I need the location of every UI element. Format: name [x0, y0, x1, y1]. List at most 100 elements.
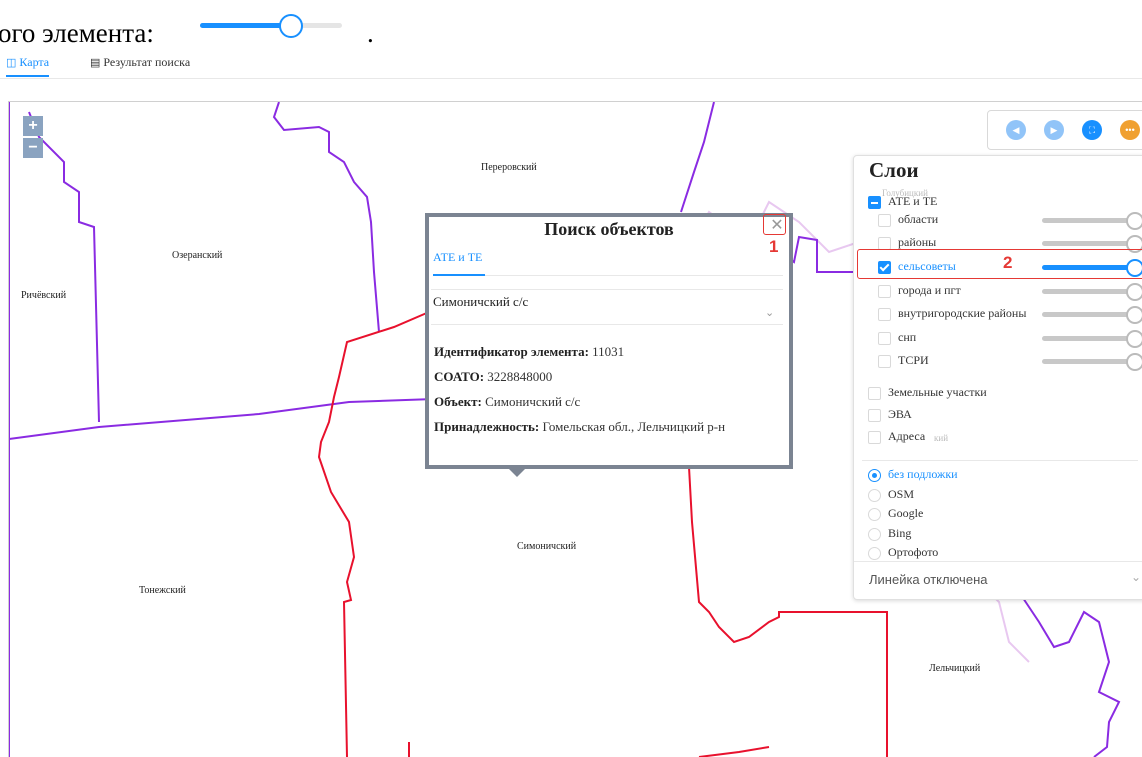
basemap-radio[interactable]	[868, 489, 881, 502]
basemap-none[interactable]: без подложки	[854, 467, 1142, 485]
layer-checkbox[interactable]	[878, 332, 891, 345]
layer-opacity-slider[interactable]	[1042, 235, 1142, 253]
layers-title: Слои	[869, 158, 919, 182]
info-id: Идентификатор элемента: 11031	[434, 344, 624, 360]
basemap-label: Bing	[888, 526, 912, 540]
search-objects-popup: Поиск объектов ✕ АТЕ и ТЕ Симоничский с/…	[425, 213, 793, 469]
ruler-select[interactable]: Линейка отключена ⌄	[854, 561, 1142, 599]
basemap-radio[interactable]	[868, 547, 881, 560]
document-fragment: ого элемента: .	[0, 0, 1142, 52]
ghost-place-label: кий	[934, 433, 949, 443]
layer-row-goroda[interactable]: города и пгт	[854, 283, 1142, 301]
ruler-value: Линейка отключена	[869, 572, 988, 587]
layer-label: ЭВА	[888, 407, 912, 421]
layer-label: Земельные участки	[888, 385, 987, 399]
place-label-lelchitsky: Лельчицкий	[929, 663, 981, 674]
slider-knob[interactable]	[1126, 353, 1142, 371]
slider-knob[interactable]	[1126, 306, 1142, 324]
object-select[interactable]: Симоничский с/с ⌄	[431, 289, 783, 325]
layer-checkbox[interactable]	[868, 409, 881, 422]
layer-label: ТСРИ	[898, 353, 929, 367]
layer-opacity-slider[interactable]	[1042, 306, 1142, 324]
layer-label: внутригородские районы	[898, 306, 1027, 320]
basemap-radio[interactable]	[868, 528, 881, 541]
basemap-label: Ортофото	[888, 545, 939, 559]
popup-pointer	[505, 465, 529, 477]
info-object: Объект: Симоничский с/с	[434, 394, 580, 410]
layer-checkbox[interactable]	[878, 355, 891, 368]
annotation-box-2	[857, 249, 1142, 279]
layer-opacity-slider[interactable]	[1042, 330, 1142, 348]
popup-title: Поиск объектов	[544, 219, 674, 239]
basemap-osm[interactable]: OSM	[854, 487, 1142, 505]
layer-checkbox[interactable]	[868, 196, 881, 209]
basemap-label: без подложки	[888, 467, 958, 481]
layer-row-adresa[interactable]: Адреса кий	[854, 429, 1142, 447]
slider-knob[interactable]	[1126, 330, 1142, 348]
layer-label: области	[898, 212, 939, 226]
info-label: Идентификатор элемента:	[434, 344, 589, 359]
info-value: 3228848000	[487, 369, 553, 384]
info-value: Симоничский с/с	[485, 394, 581, 409]
popup-tabs-border	[433, 275, 783, 276]
info-label: Объект:	[434, 394, 482, 409]
fullscreen-icon[interactable]: ⛶	[1082, 120, 1102, 140]
more-icon[interactable]: •••	[1120, 120, 1140, 140]
info-belonging: Принадлежность: Гомельская обл., Лельчиц…	[434, 419, 725, 435]
document-period: .	[367, 18, 374, 48]
map-book-icon: ◫	[6, 57, 17, 69]
layer-label: города и пгт	[898, 283, 961, 297]
place-label-simonichsky: Симоничский	[517, 541, 577, 552]
chevron-down-icon: ⌄	[1131, 570, 1142, 584]
place-label-ozeransky: Озеранский	[172, 250, 223, 261]
annotation-box-1	[763, 214, 786, 235]
basemap-label: Google	[888, 506, 924, 520]
popup-tab-indicator	[433, 274, 485, 276]
annotation-number-1: 1	[769, 237, 779, 256]
layer-opacity-slider[interactable]	[1042, 283, 1142, 301]
layer-row-ate-te[interactable]: АТЕ и ТЕ	[854, 194, 1142, 212]
slider-knob[interactable]	[1126, 212, 1142, 230]
basemap-radio[interactable]	[868, 508, 881, 521]
basemap-bing[interactable]: Bing	[854, 526, 1142, 544]
zoom-out-button[interactable]: −	[23, 138, 43, 158]
layer-label: Адреса	[888, 429, 926, 443]
layer-checkbox[interactable]	[878, 214, 891, 227]
place-label-richevsky: Ричёвский	[21, 290, 67, 301]
layer-row-zemelnye[interactable]: Земельные участки	[854, 385, 1142, 403]
divider	[862, 460, 1138, 461]
layer-opacity-slider[interactable]	[1042, 353, 1142, 371]
basemap-radio[interactable]	[868, 469, 881, 482]
layer-checkbox[interactable]	[868, 431, 881, 444]
chevron-down-icon: ⌄	[765, 307, 775, 319]
basemap-google[interactable]: Google	[854, 506, 1142, 524]
layer-label: АТЕ и ТЕ	[888, 194, 938, 208]
layer-row-oblasti[interactable]: области	[854, 212, 1142, 230]
example-slider-track	[200, 23, 291, 28]
next-icon[interactable]: ▶	[1044, 120, 1064, 140]
results-list-icon: ▤	[90, 57, 101, 69]
layer-opacity-slider[interactable]	[1042, 212, 1142, 230]
layer-row-snp[interactable]: снп	[854, 330, 1142, 348]
info-value: 11031	[592, 344, 625, 359]
slider-knob[interactable]	[1126, 283, 1142, 301]
tab-map[interactable]: ◫ Карта	[6, 55, 50, 77]
annotation-number-2: 2	[1003, 253, 1013, 272]
layer-checkbox[interactable]	[878, 308, 891, 321]
example-slider	[200, 14, 342, 38]
layer-checkbox[interactable]	[868, 387, 881, 400]
object-select-value: Симоничский с/с	[433, 294, 529, 309]
layer-checkbox[interactable]	[878, 285, 891, 298]
map-toolbar: ◀ ▶ ⛶ •••	[987, 110, 1142, 150]
popup-tab-ate-te[interactable]: АТЕ и ТЕ	[433, 250, 482, 265]
layer-row-vnutrigor[interactable]: внутригородские районы	[854, 306, 1142, 324]
layer-row-eva[interactable]: ЭВА	[854, 407, 1142, 425]
tab-search-results[interactable]: ▤ Результат поиска	[90, 55, 190, 70]
layer-row-tsri[interactable]: ТСРИ	[854, 353, 1142, 371]
layer-label: районы	[898, 235, 937, 249]
map-canvas[interactable]: Переровский Озеранский Ричёвский Симонич…	[8, 101, 1142, 757]
prev-icon[interactable]: ◀	[1006, 120, 1026, 140]
zoom-in-button[interactable]: +	[23, 116, 43, 136]
tab-search-results-label: Результат поиска	[103, 55, 191, 69]
info-label: СОАТО:	[434, 369, 485, 384]
